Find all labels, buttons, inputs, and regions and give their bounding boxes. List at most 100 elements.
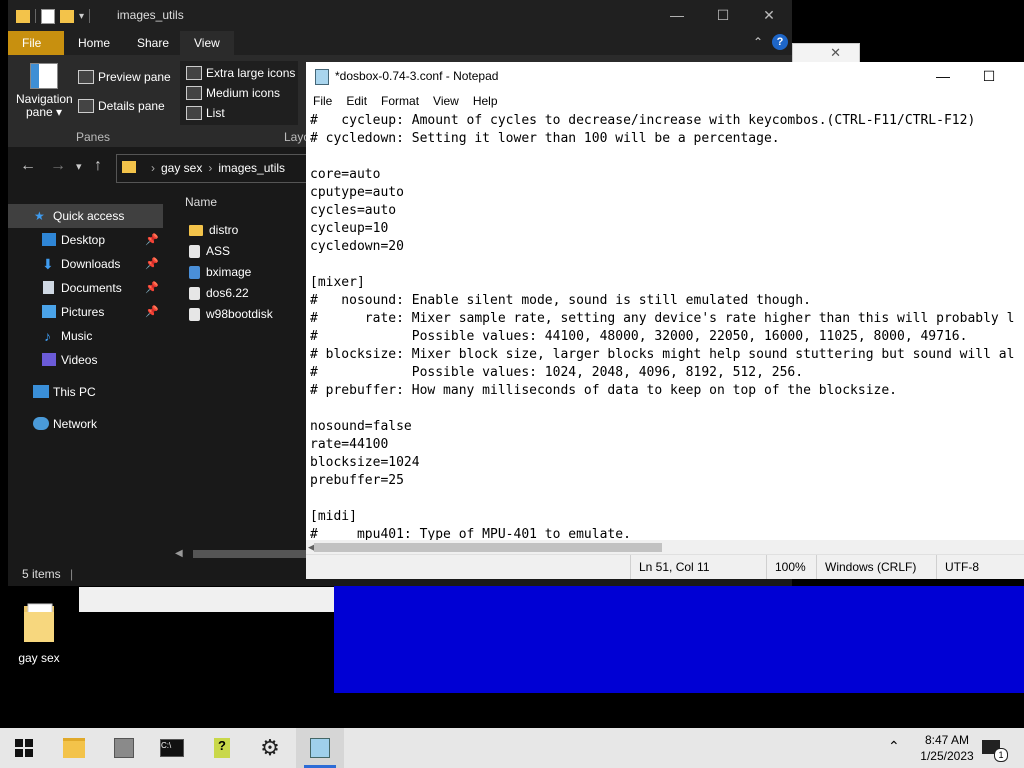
pin-icon[interactable]: 📌 xyxy=(145,276,159,300)
divider xyxy=(35,9,36,23)
desktop-icon xyxy=(42,233,56,246)
grid-icon xyxy=(186,86,202,100)
ribbon-tabs: File Home Share View ⌃ ? xyxy=(8,31,792,55)
up-arrow-icon[interactable]: ↑ xyxy=(94,157,102,175)
menu-help[interactable]: Help xyxy=(466,90,505,112)
desktop-folder-label: gay sex xyxy=(18,651,60,665)
chevron-left-icon[interactable]: ◀ xyxy=(175,547,183,561)
new-folder-icon[interactable] xyxy=(60,9,74,23)
star-icon: ★ xyxy=(34,209,45,223)
menu-file[interactable]: File xyxy=(306,90,339,112)
taskbar-command-prompt[interactable]: C:\ xyxy=(148,728,196,768)
desktop-folder[interactable]: gay sex xyxy=(12,602,66,665)
menu-view[interactable]: View xyxy=(426,90,466,112)
details-pane-button[interactable]: Details pane xyxy=(78,96,165,116)
file-item[interactable]: ASS xyxy=(189,240,230,262)
nav-label: Pictures xyxy=(61,305,105,319)
breadcrumb-item[interactable]: images_utils xyxy=(218,161,285,175)
pictures-icon xyxy=(42,305,56,318)
menu-format[interactable]: Format xyxy=(374,90,426,112)
help-icon[interactable]: ? xyxy=(772,34,788,50)
pin-icon[interactable]: 📌 xyxy=(145,300,159,324)
nav-pictures[interactable]: Pictures 📌 xyxy=(8,300,163,324)
tab-share[interactable]: Share xyxy=(123,31,183,55)
nav-quick-access[interactable]: ★ Quick access xyxy=(8,204,163,228)
horizontal-scrollbar[interactable]: ◀ xyxy=(306,540,1024,554)
download-icon: ⬇ xyxy=(42,256,54,272)
forward-arrow-icon[interactable]: → xyxy=(50,157,66,175)
notepad-titlebar: *dosbox-0.74-3.conf - Notepad — ☐ xyxy=(306,62,1024,90)
file-item[interactable]: dos6.22 xyxy=(189,282,249,304)
taskbar-notepad[interactable] xyxy=(296,728,344,768)
nav-this-pc[interactable]: This PC xyxy=(8,380,163,404)
gear-icon: ⚙ xyxy=(260,735,280,760)
menu-edit[interactable]: Edit xyxy=(339,90,374,112)
start-button[interactable] xyxy=(0,728,48,768)
file-item[interactable]: w98bootdisk xyxy=(189,303,273,325)
maximize-button[interactable]: ☐ xyxy=(700,0,746,31)
close-button[interactable]: ✕ xyxy=(746,0,792,31)
pin-icon[interactable]: 📌 xyxy=(145,228,159,252)
close-icon[interactable]: ✕ xyxy=(830,44,841,62)
navigation-pane-button[interactable]: Navigation pane ▾ xyxy=(16,63,73,119)
horizontal-scrollbar[interactable]: ◀ xyxy=(173,547,313,561)
quick-access-toolbar: ▾ xyxy=(16,7,91,25)
nav-documents[interactable]: Documents 📌 xyxy=(8,276,163,300)
nav-label: Network xyxy=(53,417,98,431)
windows-icon xyxy=(15,739,33,757)
chevron-up-icon[interactable]: ⌃ xyxy=(753,35,763,49)
item-count: 5 items xyxy=(22,567,61,581)
taskbar-settings[interactable]: ⚙ xyxy=(246,728,294,768)
chevron-down-icon[interactable]: ▾ xyxy=(76,160,82,173)
nav-downloads[interactable]: ⬇ Downloads 📌 xyxy=(8,252,163,276)
chevron-right-icon: › xyxy=(208,161,213,175)
taskbar-app[interactable]: ? xyxy=(198,728,246,768)
taskbar-app[interactable] xyxy=(100,728,148,768)
breadcrumb: › gay sex › images_utils xyxy=(151,161,285,175)
file-name: dos6.22 xyxy=(206,286,249,300)
status-bar: Ln 51, Col 11 100% Windows (CRLF) UTF-8 xyxy=(306,554,1024,579)
layout-list[interactable]: List xyxy=(186,103,225,123)
zoom-level: 100% xyxy=(766,555,819,579)
nav-music[interactable]: ♪ Music xyxy=(8,324,163,348)
minimize-button[interactable]: — xyxy=(654,0,700,31)
navigation-pane-icon xyxy=(30,63,58,89)
list-icon xyxy=(186,106,202,120)
details-pane-icon xyxy=(78,99,94,113)
file-item[interactable]: bximage xyxy=(189,261,251,283)
back-arrow-icon[interactable]: ← xyxy=(20,157,36,175)
chevron-down-icon[interactable]: ▾ xyxy=(79,11,84,22)
file-list: Name distro ASS bximage dos6.22 w98bootd… xyxy=(173,187,313,547)
layout-extra-large-icons[interactable]: Extra large icons xyxy=(186,63,295,83)
time: 8:47 AM xyxy=(924,733,970,747)
folder-icon xyxy=(122,161,136,173)
file-icon xyxy=(189,307,200,321)
taskbar-file-explorer[interactable] xyxy=(50,728,98,768)
divider: | xyxy=(70,567,74,581)
layout-medium-icons[interactable]: Medium icons xyxy=(186,83,280,103)
scrollbar-thumb[interactable] xyxy=(193,550,313,558)
pin-icon[interactable]: 📌 xyxy=(145,252,159,276)
chevron-up-icon[interactable]: ⌃ xyxy=(888,738,900,755)
clock[interactable]: 8:47 AM 1/25/2023 xyxy=(912,732,982,764)
preview-pane-button[interactable]: Preview pane xyxy=(78,67,171,87)
properties-icon[interactable] xyxy=(41,8,55,24)
scrollbar-thumb[interactable] xyxy=(314,543,662,552)
nav-network[interactable]: Network xyxy=(8,412,163,436)
tab-view[interactable]: View xyxy=(180,31,234,55)
layout-option-label: Extra large icons xyxy=(206,66,296,80)
file-name: ASS xyxy=(206,244,231,258)
maximize-button[interactable]: ☐ xyxy=(966,62,1012,90)
file-item[interactable]: distro xyxy=(189,219,238,241)
minimize-button[interactable]: — xyxy=(920,62,966,90)
breadcrumb-item[interactable]: gay sex xyxy=(161,161,202,175)
column-header-name[interactable]: Name xyxy=(185,195,217,209)
nav-desktop[interactable]: Desktop 📌 xyxy=(8,228,163,252)
tab-home[interactable]: Home xyxy=(64,31,124,55)
computer-icon xyxy=(33,385,49,398)
notepad-window: *dosbox-0.74-3.conf - Notepad — ☐ File E… xyxy=(306,62,1024,579)
text-editor[interactable]: # cycleup: Amount of cycles to decrease/… xyxy=(306,112,1024,540)
nav-videos[interactable]: Videos xyxy=(8,348,163,372)
documents-icon xyxy=(43,281,54,294)
tab-file[interactable]: File xyxy=(8,31,64,55)
